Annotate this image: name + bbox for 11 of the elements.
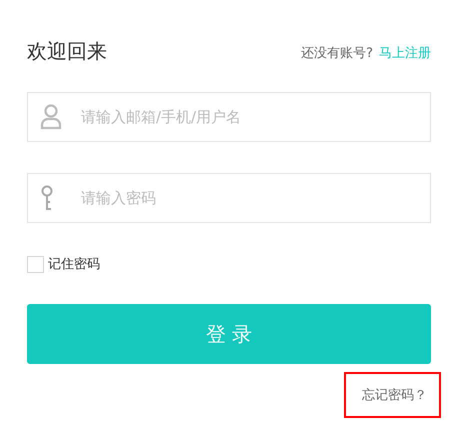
signup-prompt: 还没有账号? <box>301 45 373 62</box>
welcome-title: 欢迎回来 <box>27 38 107 64</box>
signup-link[interactable]: 马上注册 <box>379 44 431 62</box>
user-icon <box>40 104 62 130</box>
remember-label: 记住密码 <box>48 256 100 273</box>
remember-checkbox[interactable] <box>27 256 44 272</box>
login-button[interactable]: 登 录 <box>27 304 431 364</box>
username-field[interactable]: 请输入邮箱/手机/用户名 <box>27 92 431 142</box>
key-icon <box>40 185 54 211</box>
forgot-password-link[interactable]: 忘记密码？ <box>344 372 441 418</box>
password-field[interactable]: 请输入密码 <box>27 173 431 223</box>
